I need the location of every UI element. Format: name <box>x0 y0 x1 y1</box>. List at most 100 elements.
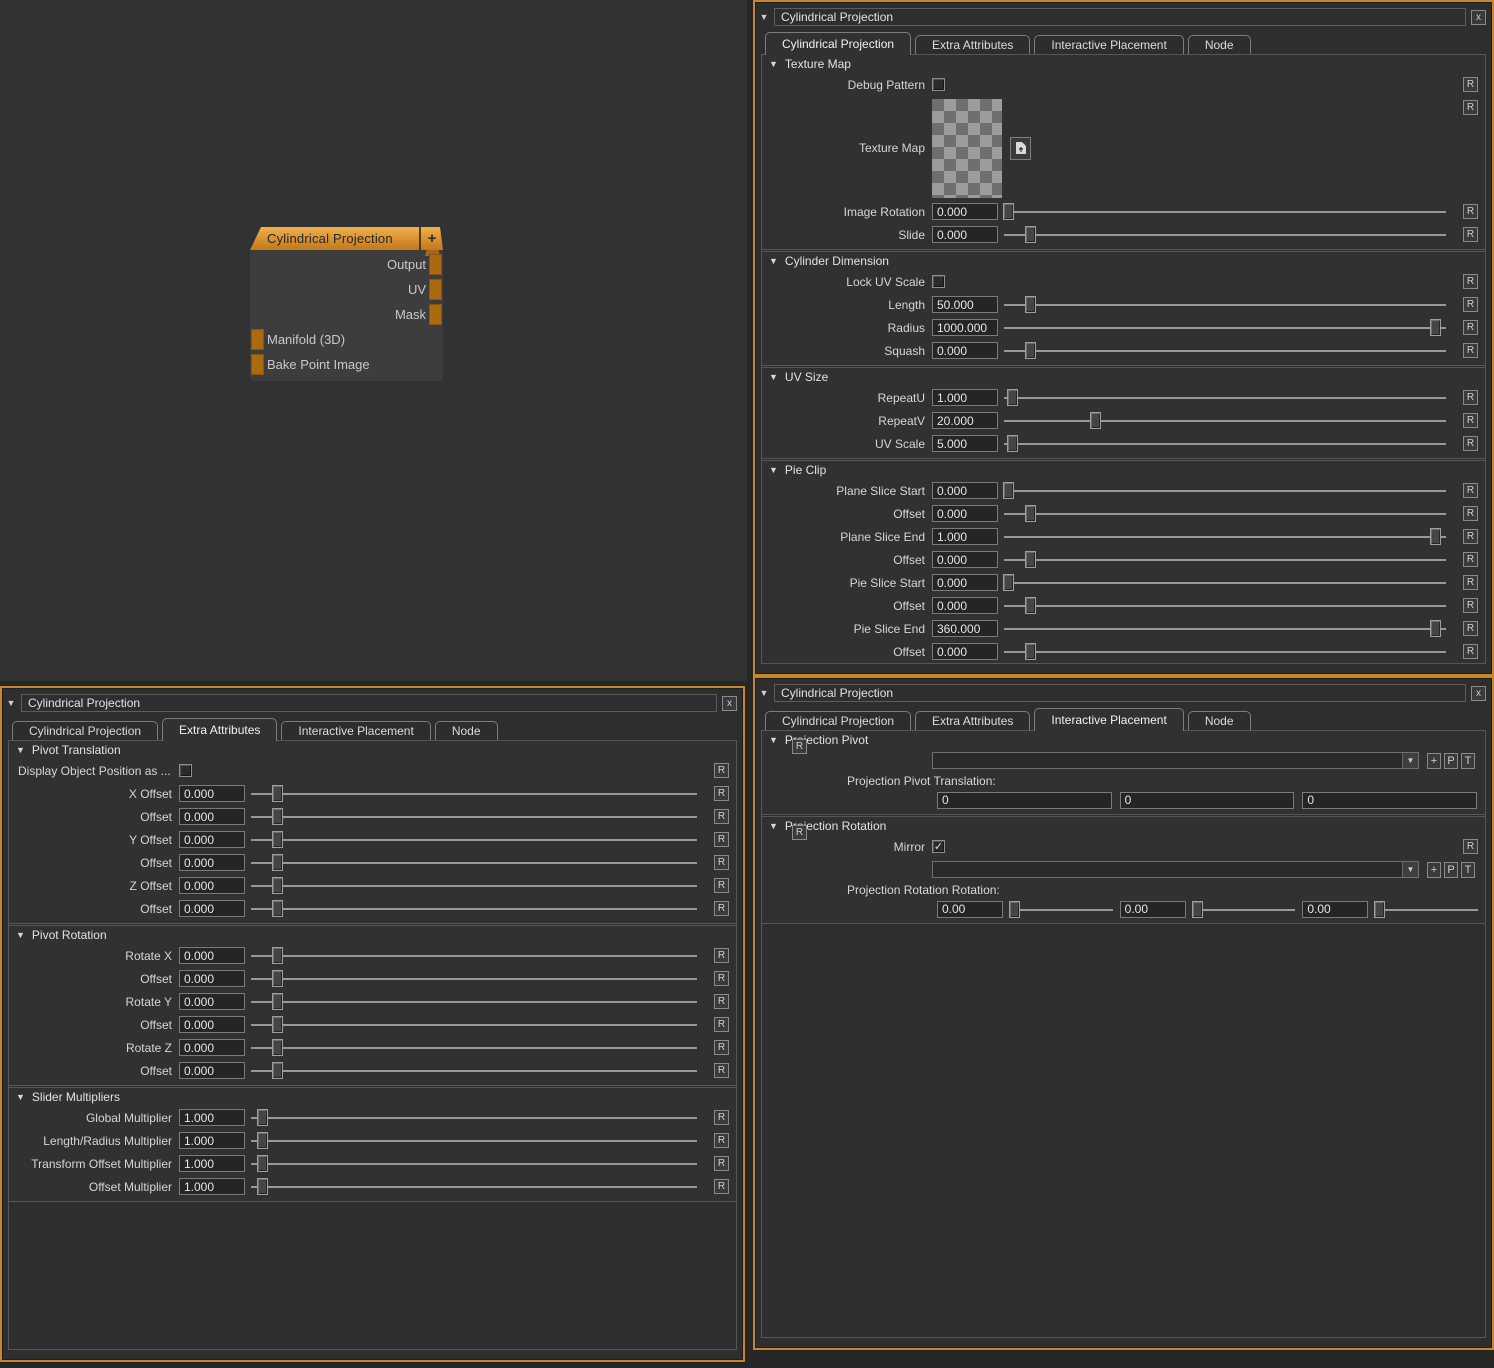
reset-button[interactable]: R <box>1463 77 1478 92</box>
reset-button[interactable]: R <box>1463 529 1478 544</box>
reset-button[interactable]: R <box>792 825 807 840</box>
section-collapse-arrow-icon[interactable]: ▼ <box>769 821 778 831</box>
value-field-offset[interactable]: 0.000 <box>932 643 998 660</box>
offset-slider[interactable] <box>250 1061 698 1080</box>
reset-button[interactable]: R <box>714 1017 729 1032</box>
reset-button[interactable]: R <box>714 1133 729 1148</box>
dropdown-arrow-icon[interactable]: ▼ <box>1402 753 1418 768</box>
offset-slider[interactable] <box>1003 642 1447 661</box>
output-port[interactable] <box>429 254 442 275</box>
reset-button[interactable]: R <box>1463 274 1478 289</box>
value-field-length-radius-multiplier[interactable]: 1.000 <box>179 1132 245 1149</box>
reset-button[interactable]: R <box>792 739 807 754</box>
slider-handle[interactable] <box>272 1039 283 1056</box>
reset-button[interactable]: R <box>1463 621 1478 636</box>
checkbox[interactable] <box>932 275 945 288</box>
offset-slider[interactable] <box>1003 550 1447 569</box>
t-button[interactable]: T <box>1461 753 1475 769</box>
image-rotation-slider[interactable] <box>1003 202 1447 221</box>
section-collapse-arrow-icon[interactable]: ▼ <box>16 1092 25 1102</box>
length-slider[interactable] <box>1003 295 1447 314</box>
value-field-transform-offset-multiplier[interactable]: 1.000 <box>179 1155 245 1172</box>
tab-cylindrical-projection[interactable]: Cylindrical Projection <box>765 711 911 730</box>
global-multiplier-slider[interactable] <box>250 1108 698 1127</box>
slider-handle[interactable] <box>1430 620 1441 637</box>
tab-node[interactable]: Node <box>435 721 498 740</box>
value-field-squash[interactable]: 0.000 <box>932 342 998 359</box>
pie-slice-start-slider[interactable] <box>1003 573 1447 592</box>
slider-handle[interactable] <box>272 970 283 987</box>
collapse-arrow-icon[interactable]: ▼ <box>759 12 769 22</box>
squash-slider[interactable] <box>1003 341 1447 360</box>
reset-button[interactable]: R <box>1463 227 1478 242</box>
reset-button[interactable]: R <box>1463 575 1478 590</box>
reset-button[interactable]: R <box>714 878 729 893</box>
reset-button[interactable]: R <box>714 1040 729 1055</box>
slider-handle[interactable] <box>1090 412 1101 429</box>
slider-handle[interactable] <box>272 900 283 917</box>
slider-handle[interactable] <box>272 877 283 894</box>
rotation-0-slider[interactable] <box>1009 900 1114 919</box>
value-field-offset[interactable]: 0.000 <box>932 551 998 568</box>
slider-handle[interactable] <box>257 1109 268 1126</box>
reset-button[interactable]: R <box>714 855 729 870</box>
tab-interactive-placement[interactable]: Interactive Placement <box>281 721 430 740</box>
p-button[interactable]: P <box>1444 862 1458 878</box>
reset-button[interactable]: R <box>1463 390 1478 405</box>
close-button[interactable]: x <box>722 696 737 711</box>
import-image-button[interactable] <box>1010 137 1031 160</box>
tab-node[interactable]: Node <box>1188 35 1251 54</box>
reset-button[interactable]: R <box>714 1179 729 1194</box>
vector-field-1[interactable]: 0 <box>1120 792 1295 809</box>
tab-node[interactable]: Node <box>1188 711 1251 730</box>
rotation-field-1[interactable]: 0.00 <box>1120 901 1186 918</box>
node-add-button[interactable]: + <box>421 230 443 247</box>
value-field-plane-slice-end[interactable]: 1.000 <box>932 528 998 545</box>
slider-handle[interactable] <box>272 785 283 802</box>
reset-button[interactable]: R <box>714 809 729 824</box>
slider-handle[interactable] <box>1025 505 1036 522</box>
close-button[interactable]: x <box>1471 686 1486 701</box>
value-field-pie-slice-end[interactable]: 360.000 <box>932 620 998 637</box>
output-port[interactable] <box>429 304 442 325</box>
value-field-image-rotation[interactable]: 0.000 <box>932 203 998 220</box>
repeatv-slider[interactable] <box>1003 411 1447 430</box>
reset-button[interactable]: R <box>1463 413 1478 428</box>
reset-button[interactable]: R <box>1463 483 1478 498</box>
collapse-arrow-icon[interactable]: ▼ <box>759 688 769 698</box>
value-field-rotate-x[interactable]: 0.000 <box>179 947 245 964</box>
value-field-offset-multiplier[interactable]: 1.000 <box>179 1178 245 1195</box>
rotate-z-slider[interactable] <box>250 1038 698 1057</box>
reset-button[interactable]: R <box>1463 552 1478 567</box>
tab-extra-attributes[interactable]: Extra Attributes <box>162 718 277 741</box>
slider-handle[interactable] <box>1009 901 1020 918</box>
reset-button[interactable]: R <box>714 1110 729 1125</box>
slider-handle[interactable] <box>1025 551 1036 568</box>
value-field-offset[interactable]: 0.000 <box>179 808 245 825</box>
checkbox-checked[interactable]: ✓ <box>932 840 945 853</box>
tab-cylindrical-projection[interactable]: Cylindrical Projection <box>765 32 911 55</box>
value-field-z-offset[interactable]: 0.000 <box>179 877 245 894</box>
rotation-field-2[interactable]: 0.00 <box>1302 901 1368 918</box>
slide-slider[interactable] <box>1003 225 1447 244</box>
value-field-radius[interactable]: 1000.000 <box>932 319 998 336</box>
shape-dropdown[interactable]: ▼ <box>932 861 1419 878</box>
slider-handle[interactable] <box>272 831 283 848</box>
reset-button[interactable]: R <box>714 832 729 847</box>
node-header[interactable]: Cylindrical Projection + <box>250 227 443 250</box>
checkbox[interactable] <box>179 764 192 777</box>
value-field-slide[interactable]: 0.000 <box>932 226 998 243</box>
slider-handle[interactable] <box>272 1016 283 1033</box>
slider-handle[interactable] <box>1007 389 1018 406</box>
slider-handle[interactable] <box>1025 342 1036 359</box>
reset-button[interactable]: R <box>1463 320 1478 335</box>
value-field-uv-scale[interactable]: 5.000 <box>932 435 998 452</box>
value-field-offset[interactable]: 0.000 <box>179 1062 245 1079</box>
slider-handle[interactable] <box>1192 901 1203 918</box>
tab-cylindrical-projection[interactable]: Cylindrical Projection <box>12 721 158 740</box>
rotation-1-slider[interactable] <box>1192 900 1297 919</box>
section-collapse-arrow-icon[interactable]: ▼ <box>769 256 778 266</box>
value-field-offset[interactable]: 0.000 <box>179 900 245 917</box>
value-field-repeatu[interactable]: 1.000 <box>932 389 998 406</box>
reset-button[interactable]: R <box>714 994 729 1009</box>
